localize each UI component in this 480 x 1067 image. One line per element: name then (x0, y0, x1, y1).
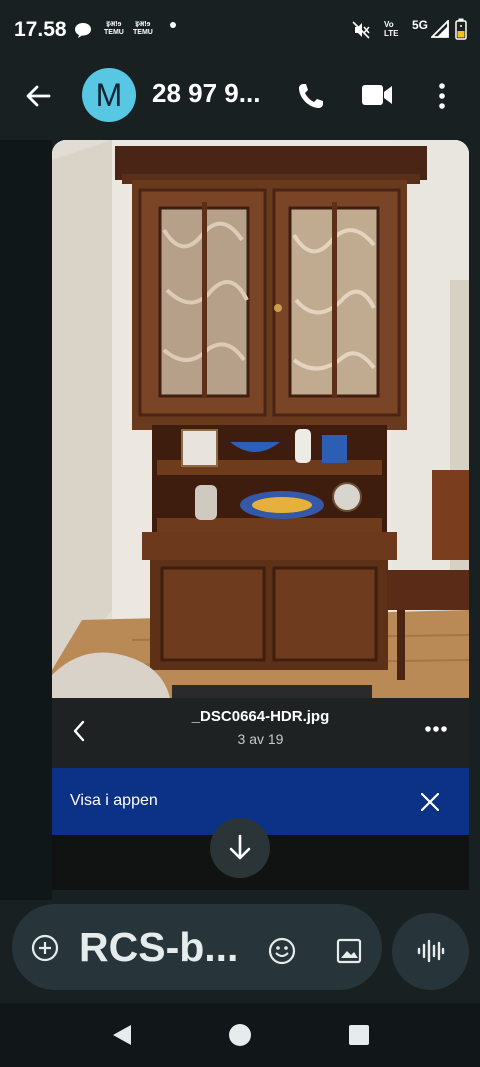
add-circle-icon[interactable] (31, 934, 59, 962)
thread-margin (0, 140, 52, 900)
image-icon[interactable] (336, 938, 362, 964)
cabinet-photo (52, 140, 469, 698)
voice-waveform-icon (417, 939, 445, 963)
contact-name[interactable]: 28 97 9... (152, 78, 260, 109)
battery-icon (455, 18, 467, 40)
more-vert-icon[interactable] (436, 82, 448, 110)
status-bar: 17.58 इअ!ɘ TEMU इअ!ɘ TEMU Vo LTE 5G (0, 0, 480, 60)
nav-home-icon[interactable] (228, 1023, 252, 1047)
network-type: 5G (412, 18, 429, 32)
contact-avatar[interactable]: M (82, 68, 136, 122)
phone-icon[interactable] (296, 81, 326, 111)
attachment-info-bar: _DSC0664-HDR.jpg 3 av 19 (52, 698, 469, 768)
close-icon[interactable] (421, 793, 439, 811)
file-counter: 3 av 19 (237, 731, 284, 747)
file-name: _DSC0664-HDR.jpg (191, 708, 330, 725)
download-button[interactable] (210, 818, 270, 878)
volte-indicator: Vo LTE (384, 20, 399, 38)
system-navigation-bar (0, 1003, 480, 1067)
mute-icon (352, 21, 370, 39)
status-time: 17.58 (14, 18, 67, 41)
voice-message-button[interactable] (392, 913, 469, 990)
attachment-image[interactable] (52, 140, 469, 698)
chat-bubble-icon (75, 23, 91, 38)
more-horiz-icon[interactable] (425, 725, 447, 733)
open-in-app-label[interactable]: Visa i appen (70, 792, 158, 810)
open-in-app-banner[interactable]: Visa i appen (52, 768, 469, 835)
temu-notification-badge: इअ!ɘ TEMU (133, 21, 153, 36)
signal-icon (431, 20, 449, 38)
back-arrow-icon[interactable] (24, 82, 52, 110)
emoji-icon[interactable] (268, 937, 296, 965)
nav-recents-icon[interactable] (348, 1024, 370, 1046)
message-input[interactable]: RCS-b... (79, 924, 238, 971)
temu-notification-badge: इअ!ɘ TEMU (104, 21, 124, 36)
nav-back-icon[interactable] (111, 1023, 133, 1047)
more-notifications-dot (170, 22, 176, 28)
message-composer[interactable]: RCS-b... (12, 904, 382, 990)
download-arrow-icon (229, 834, 251, 860)
video-call-icon[interactable] (361, 83, 393, 107)
